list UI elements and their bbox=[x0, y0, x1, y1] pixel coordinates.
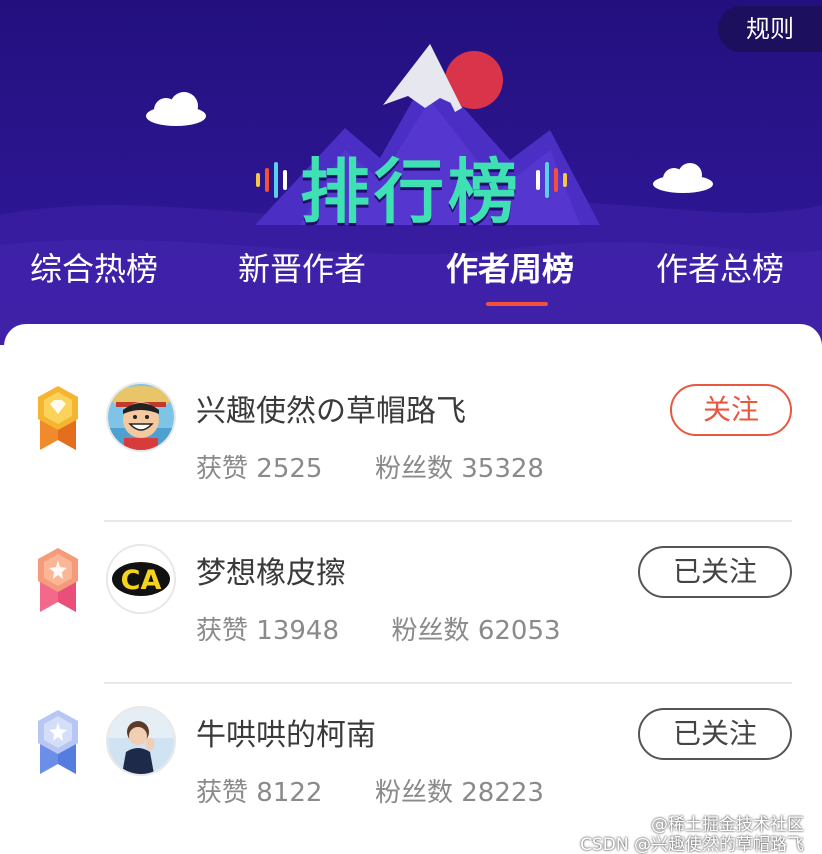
fans-label: 粉丝数 bbox=[374, 778, 453, 808]
page-title: 排行榜 bbox=[300, 151, 522, 233]
ranking-tabs: 综合热榜 新晋作者 作者周榜 作者总榜 bbox=[0, 246, 822, 306]
tab-new-authors[interactable]: 新晋作者 bbox=[238, 246, 366, 292]
likes-count: 13948 bbox=[256, 616, 339, 646]
author-name[interactable]: 梦想橡皮擦 bbox=[196, 548, 346, 592]
avatar-badge-text: CA bbox=[121, 565, 162, 596]
gold-diamond-medal-icon bbox=[34, 384, 82, 456]
following-button[interactable]: 已关注 bbox=[638, 708, 792, 760]
tab-weekly-authors[interactable]: 作者周榜 bbox=[446, 246, 574, 292]
likes-label: 获赞 bbox=[196, 454, 249, 484]
likes-count: 2525 bbox=[256, 454, 323, 484]
likes-label: 获赞 bbox=[196, 778, 249, 808]
blue-star-medal-icon bbox=[34, 708, 82, 780]
fans-count: 28223 bbox=[461, 778, 544, 808]
fans-count: 62053 bbox=[477, 616, 561, 646]
list-item[interactable]: 牛哄哄的柯南 获赞 8122 粉丝数 28223 已关注 bbox=[4, 648, 822, 810]
list-item[interactable]: 兴趣使然の草帽路飞 获赞 2525 粉丝数 35328 关注 bbox=[4, 324, 822, 522]
active-tab-indicator bbox=[486, 302, 548, 306]
list-item[interactable]: CA 梦想橡皮擦 获赞 13948 粉丝数 62053 已关注 bbox=[4, 486, 822, 684]
following-button[interactable]: 已关注 bbox=[638, 546, 792, 598]
tab-overall-hot[interactable]: 综合热榜 bbox=[30, 246, 158, 292]
tab-all-time-authors[interactable]: 作者总榜 bbox=[656, 246, 784, 292]
author-stats: 获赞 13948 粉丝数 62053 bbox=[196, 610, 561, 647]
likes-label: 获赞 bbox=[196, 616, 249, 646]
fans-label: 粉丝数 bbox=[391, 616, 470, 646]
watermark-line-2: CSDN @兴趣使然的草帽路飞 bbox=[580, 835, 804, 854]
author-name[interactable]: 牛哄哄的柯南 bbox=[196, 710, 376, 754]
pink-star-medal-icon bbox=[34, 546, 82, 618]
author-stats: 获赞 8122 粉丝数 28223 bbox=[196, 772, 544, 809]
ranking-list: 兴趣使然の草帽路飞 获赞 2525 粉丝数 35328 关注 CA 梦想橡皮擦 … bbox=[4, 324, 822, 854]
avatar[interactable] bbox=[106, 706, 176, 776]
author-name[interactable]: 兴趣使然の草帽路飞 bbox=[196, 386, 466, 430]
author-stats: 获赞 2525 粉丝数 35328 bbox=[196, 448, 544, 485]
rules-button[interactable]: 规则 bbox=[718, 6, 822, 52]
likes-count: 8122 bbox=[256, 778, 323, 808]
fans-count: 35328 bbox=[461, 454, 544, 484]
follow-button[interactable]: 关注 bbox=[670, 384, 792, 436]
hero-banner: 规则 排行榜 综合热榜 新晋作者 作者周榜 作者总榜 bbox=[0, 0, 822, 345]
fans-label: 粉丝数 bbox=[374, 454, 453, 484]
avatar[interactable]: CA bbox=[106, 544, 176, 614]
avatar[interactable] bbox=[106, 382, 176, 452]
